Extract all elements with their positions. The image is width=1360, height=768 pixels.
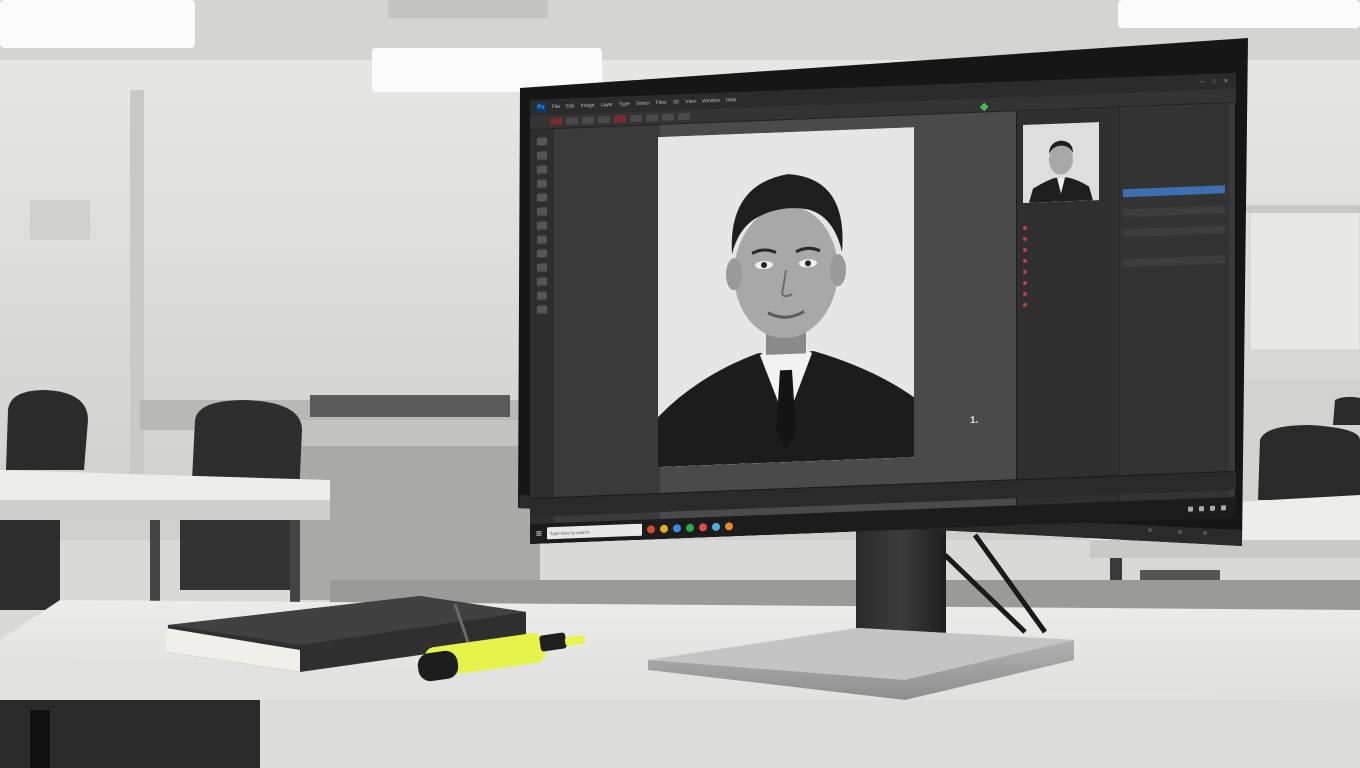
option-button[interactable] [566,117,578,125]
3d-ground-gizmo: 1. [970,414,979,427]
taskbar-app-icon[interactable] [724,522,733,531]
3d-axis-gizmo-icon[interactable]: ✥ [980,102,988,113]
option-button[interactable] [550,117,562,126]
menu-file[interactable]: File [552,104,560,110]
brush-tool-icon[interactable] [537,207,547,216]
maximize-button[interactable]: □ [1213,79,1216,85]
layers-panel [1118,103,1229,508]
taskbar-app-icon[interactable] [711,522,720,532]
portrait-photo [658,127,914,468]
minimize-button[interactable]: — [1200,79,1205,85]
taskbar-app-icon[interactable] [685,523,694,533]
zoom-tool-icon[interactable] [537,305,547,314]
menu-image[interactable]: Image [581,103,595,110]
taskbar-app-icon[interactable] [698,523,707,532]
menu-help[interactable]: Help [726,97,736,103]
tray-icon[interactable] [1221,504,1226,510]
menu-edit[interactable]: Edit [566,103,575,109]
office-scene: Ps File Edit Image Layer Type Select Fil… [0,0,1360,768]
tray-icon[interactable] [1210,505,1215,511]
menu-type[interactable]: Type [619,101,630,107]
option-button[interactable] [630,114,642,123]
pen-tool-icon[interactable] [537,263,547,272]
layer-row[interactable] [1123,275,1225,287]
taskbar-search-input[interactable]: Type here to search [546,523,642,540]
taskbar-app-icon[interactable] [659,524,668,534]
taskbar-app-icon[interactable] [646,525,655,534]
crop-tool-icon[interactable] [537,179,547,188]
taskbar-app-icon[interactable] [672,524,681,533]
gradient-tool-icon[interactable] [537,249,547,258]
navigator-panel [1016,107,1117,512]
tools-panel [530,129,554,539]
menu-view[interactable]: View [685,99,696,105]
option-button[interactable] [662,113,674,121]
ceiling-light [0,0,195,48]
type-tool-icon[interactable] [537,277,547,286]
close-button[interactable]: ✕ [1224,78,1228,84]
menu-filter[interactable]: Filter [656,100,667,106]
system-tray [1188,504,1236,512]
option-button[interactable] [678,112,690,121]
list-item[interactable] [1023,297,1111,309]
navigator-thumbnail[interactable] [1023,122,1099,204]
start-icon[interactable]: ⊞ [536,530,542,538]
photoshop-logo: Ps [536,102,546,113]
tray-icon[interactable] [1199,505,1204,511]
option-button[interactable] [614,115,626,123]
ceiling-vent [388,0,548,18]
tray-icon[interactable] [1188,506,1193,512]
menu-window[interactable]: Window [702,98,720,105]
menu-layer[interactable]: Layer [601,102,614,108]
properties-list [1023,220,1111,311]
option-button[interactable] [582,116,594,125]
eraser-tool-icon[interactable] [537,235,547,244]
lasso-tool-icon[interactable] [537,165,547,174]
eyedropper-tool-icon[interactable] [537,193,547,202]
window-controls: — □ ✕ [1200,78,1236,85]
marquee-tool-icon[interactable] [537,151,547,160]
monitor-screen: Ps File Edit Image Layer Type Select Fil… [530,72,1236,545]
menu-3d[interactable]: 3D [673,99,679,105]
option-button[interactable] [646,114,658,122]
ceiling-light [1118,0,1360,28]
menu-select[interactable]: Select [636,100,650,107]
move-tool-icon[interactable] [537,137,547,146]
hand-tool-icon[interactable] [537,291,547,300]
option-button[interactable] [598,115,610,124]
stamp-tool-icon[interactable] [537,221,547,230]
